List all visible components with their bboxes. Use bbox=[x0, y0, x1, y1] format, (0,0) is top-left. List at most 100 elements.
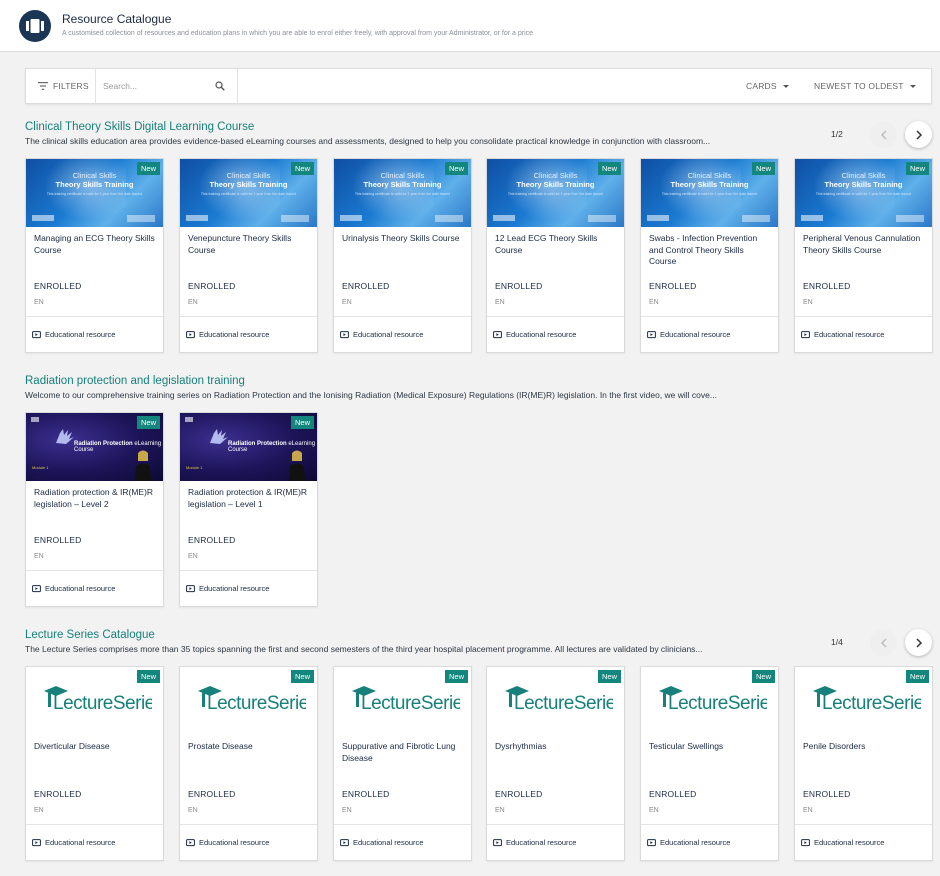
course-title[interactable]: Testicular Swellings bbox=[649, 741, 773, 753]
course-title[interactable]: Swabs - Infection Prevention and Control… bbox=[649, 233, 773, 268]
enrolment-status: ENROLLED bbox=[649, 789, 697, 799]
course-title[interactable]: Urinalysis Theory Skills Course bbox=[342, 233, 466, 245]
language-code: EN bbox=[803, 807, 813, 814]
course-card[interactable]: LectureSeries New Suppurative and Fibrot… bbox=[333, 666, 472, 861]
resource-type-label: Educational resource bbox=[506, 838, 577, 847]
sort-select[interactable]: NEWEST TO OLDEST bbox=[814, 69, 916, 103]
next-page-button[interactable] bbox=[905, 629, 932, 656]
course-title[interactable]: Suppurative and Fibrotic Lung Disease bbox=[342, 741, 466, 764]
partner-logo bbox=[31, 417, 39, 422]
view-mode-label: CARDS bbox=[746, 81, 777, 91]
video-resource-icon bbox=[340, 330, 349, 338]
course-title[interactable]: Managing an ECG Theory Skills Course bbox=[34, 233, 158, 256]
search-icon[interactable] bbox=[215, 81, 225, 91]
language-code: EN bbox=[34, 299, 44, 306]
lecture-series-logo: LectureSeries bbox=[198, 686, 306, 713]
lecture-series-logo: LectureSeries bbox=[352, 686, 460, 713]
section-description: The clinical skills education area provi… bbox=[25, 136, 711, 146]
language-code: EN bbox=[188, 299, 198, 306]
course-card[interactable]: Clinical Skills Theory Skills Training T… bbox=[794, 158, 933, 353]
language-code: EN bbox=[495, 807, 505, 814]
new-badge: New bbox=[905, 670, 929, 683]
resource-type-label: Educational resource bbox=[199, 330, 270, 339]
course-card[interactable]: Clinical Skills Theory Skills Training T… bbox=[179, 158, 318, 353]
thumbnail-line2: Theory Skills Training bbox=[209, 180, 288, 189]
course-title[interactable]: 12 Lead ECG Theory Skills Course bbox=[495, 233, 619, 256]
course-card[interactable]: LectureSeries New Dysrhythmias ENROLLED … bbox=[486, 666, 625, 861]
resource-type-label: Educational resource bbox=[814, 838, 885, 847]
course-card[interactable]: Clinical Skills Theory Skills Training T… bbox=[25, 158, 164, 353]
video-resource-icon bbox=[493, 838, 502, 846]
partner-logo bbox=[896, 215, 924, 222]
new-badge: New bbox=[751, 162, 775, 175]
course-card[interactable]: LectureSeries New Penile Disorders ENROL… bbox=[794, 666, 933, 861]
course-title[interactable]: Prostate Disease bbox=[188, 741, 312, 753]
course-thumbnail: Clinical Skills Theory Skills Training T… bbox=[180, 159, 317, 227]
thumbnail-line3: This training certificate is valid for 1… bbox=[200, 192, 297, 196]
next-page-button[interactable] bbox=[905, 121, 932, 148]
course-title[interactable]: Radiation protection & IR(ME)R legislati… bbox=[34, 487, 158, 510]
page-header: Resource Catalogue A customised collecti… bbox=[0, 0, 940, 52]
course-thumbnail: LectureSeries New bbox=[641, 667, 778, 735]
new-badge: New bbox=[751, 670, 775, 683]
video-resource-icon bbox=[186, 838, 195, 846]
course-title[interactable]: Penile Disorders bbox=[803, 741, 927, 753]
chevron-down-icon bbox=[909, 84, 916, 88]
thumbnail-line3: This training certificate is valid for 1… bbox=[507, 192, 604, 196]
new-badge: New bbox=[444, 670, 468, 683]
video-resource-icon bbox=[186, 330, 195, 338]
resource-type-label: Educational resource bbox=[199, 838, 270, 847]
filters-button[interactable]: FILTERS bbox=[26, 69, 96, 103]
course-card[interactable]: LectureSeries New Testicular Swellings E… bbox=[640, 666, 779, 861]
svg-text:LectureSeries: LectureSeries bbox=[207, 693, 306, 713]
partner-logo bbox=[186, 215, 208, 221]
course-card[interactable]: Radiation Protection eLearning Course Mo… bbox=[179, 412, 318, 607]
thumbnail-line2: Theory Skills Training bbox=[55, 180, 134, 189]
resource-type-label: Educational resource bbox=[45, 584, 116, 593]
search-box bbox=[96, 69, 238, 103]
previous-page-button[interactable] bbox=[870, 121, 897, 148]
chevron-left-icon bbox=[880, 638, 886, 647]
lecture-series-logo: LectureSeries bbox=[44, 686, 152, 713]
previous-page-button[interactable] bbox=[870, 629, 897, 656]
language-code: EN bbox=[649, 299, 659, 306]
chevron-right-icon bbox=[915, 129, 922, 140]
course-thumbnail: Clinical Skills Theory Skills Training T… bbox=[641, 159, 778, 227]
partner-logo bbox=[493, 215, 515, 221]
course-card[interactable]: LectureSeries New Prostate Disease ENROL… bbox=[179, 666, 318, 861]
resource-type: Educational resource bbox=[795, 824, 932, 860]
language-code: EN bbox=[188, 807, 198, 814]
enrolment-status: ENROLLED bbox=[495, 789, 543, 799]
sort-label: NEWEST TO OLDEST bbox=[814, 81, 904, 91]
course-title[interactable]: Dysrhythmias bbox=[495, 741, 619, 753]
video-resource-icon bbox=[647, 330, 656, 338]
course-card[interactable]: Clinical Skills Theory Skills Training T… bbox=[486, 158, 625, 353]
course-title[interactable]: Radiation protection & IR(ME)R legislati… bbox=[188, 487, 312, 510]
resource-type: Educational resource bbox=[487, 824, 624, 860]
resource-type: Educational resource bbox=[334, 316, 471, 352]
view-mode-select[interactable]: CARDS bbox=[746, 69, 789, 103]
partner-logo bbox=[340, 215, 362, 221]
section-title[interactable]: Radiation protection and legislation tra… bbox=[25, 375, 245, 387]
new-badge: New bbox=[905, 162, 929, 175]
course-title[interactable]: Peripheral Venous Cannulation Theory Ski… bbox=[803, 233, 927, 256]
course-card[interactable]: Clinical Skills Theory Skills Training T… bbox=[640, 158, 779, 353]
resource-type-label: Educational resource bbox=[506, 330, 577, 339]
section-title[interactable]: Lecture Series Catalogue bbox=[25, 629, 155, 641]
enrolment-status: ENROLLED bbox=[803, 789, 851, 799]
course-card[interactable]: Clinical Skills Theory Skills Training T… bbox=[333, 158, 472, 353]
new-badge: New bbox=[444, 162, 468, 175]
course-card[interactable]: LectureSeries New Diverticular Disease E… bbox=[25, 666, 164, 861]
presenter-image bbox=[135, 450, 151, 481]
course-card[interactable]: Radiation Protection eLearning Course Mo… bbox=[25, 412, 164, 607]
language-code: EN bbox=[34, 553, 44, 560]
course-title[interactable]: Venepuncture Theory Skills Course bbox=[188, 233, 312, 256]
new-badge: New bbox=[290, 670, 314, 683]
search-input[interactable] bbox=[103, 78, 208, 94]
partner-logo bbox=[127, 215, 155, 222]
section-description: The Lecture Series comprises more than 3… bbox=[25, 644, 703, 654]
course-title[interactable]: Diverticular Disease bbox=[34, 741, 158, 753]
course-thumbnail: Clinical Skills Theory Skills Training T… bbox=[795, 159, 932, 227]
page-indicator: 1/4 bbox=[831, 637, 843, 647]
section-title[interactable]: Clinical Theory Skills Digital Learning … bbox=[25, 121, 254, 133]
